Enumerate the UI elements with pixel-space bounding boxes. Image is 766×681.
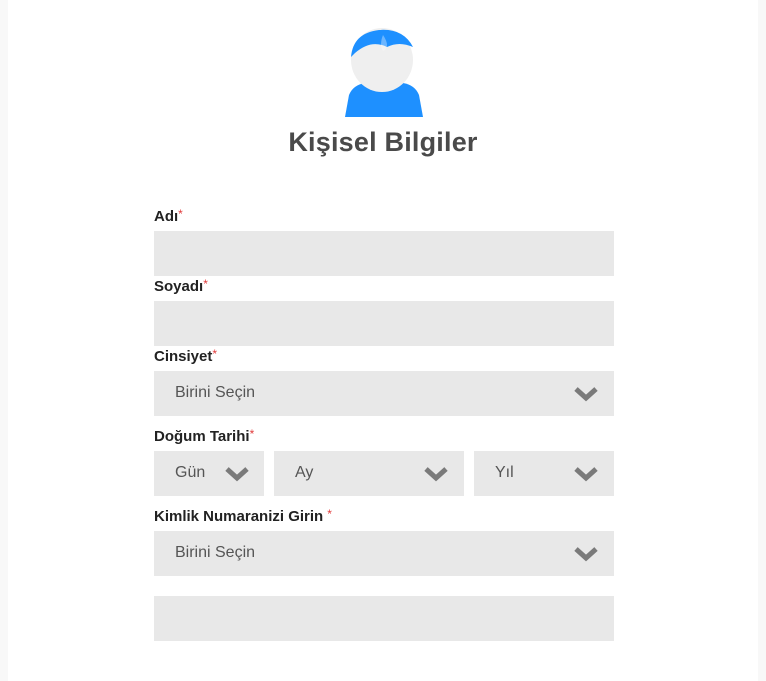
first-name-input[interactable] — [154, 231, 614, 276]
chevron-down-icon — [225, 467, 249, 482]
birth-month-select[interactable]: Ay — [274, 451, 464, 496]
chevron-down-icon — [574, 467, 598, 482]
birth-day-value: Gün — [175, 464, 206, 481]
id-type-label-text: Kimlik Numaranizi Girin — [154, 508, 324, 525]
first-name-label-text: Adı — [154, 208, 179, 225]
birth-year-value: Yıl — [495, 464, 514, 481]
birth-month-value: Ay — [295, 464, 314, 481]
id-type-selected-value: Birini Seçin — [175, 544, 256, 561]
last-name-label: Soyadı* — [154, 277, 208, 295]
id-type-label: Kimlik Numaranizi Girin * — [154, 507, 332, 525]
required-mark: * — [327, 507, 332, 521]
birth-date-label-text: Doğum Tarihi — [154, 428, 250, 445]
id-type-select[interactable]: Birini Seçin — [154, 531, 614, 576]
required-mark: * — [203, 277, 208, 291]
last-name-input[interactable] — [154, 301, 614, 346]
gender-select[interactable]: Birini Seçin — [154, 371, 614, 416]
gender-label: Cinsiyet* — [154, 347, 218, 365]
required-mark: * — [249, 427, 255, 441]
last-name-label-text: Soyadı — [154, 278, 204, 295]
chevron-down-icon — [574, 547, 598, 562]
page-title: Kişisel Bilgiler — [288, 127, 478, 157]
birth-date-label: Doğum Tarihi* — [154, 427, 255, 445]
required-mark: * — [212, 347, 218, 361]
birth-year-select[interactable]: Yıl — [474, 451, 614, 496]
chevron-down-icon — [574, 387, 598, 402]
first-name-label: Adı* — [154, 207, 183, 225]
user-avatar-icon — [343, 27, 425, 119]
required-mark: * — [178, 207, 183, 221]
id-number-input[interactable] — [154, 596, 614, 641]
birth-day-select[interactable]: Gün — [154, 451, 264, 496]
chevron-down-icon — [424, 467, 448, 482]
gender-selected-value: Birini Seçin — [175, 384, 256, 401]
gender-label-text: Cinsiyet — [154, 348, 213, 365]
